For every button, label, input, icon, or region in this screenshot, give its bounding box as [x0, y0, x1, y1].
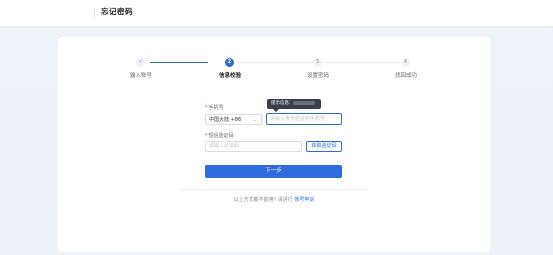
- appeal-link[interactable]: 账号申诉: [294, 197, 314, 203]
- get-code-button[interactable]: 获取验证码: [306, 141, 342, 152]
- phone-label-text: 手机号: [208, 105, 224, 111]
- step-3-number: 3: [313, 58, 322, 67]
- tooltip-redacted-value: [292, 100, 315, 105]
- chevron-down-icon: ⌄: [252, 117, 257, 123]
- step-4-label: 找回成功: [394, 73, 417, 79]
- step-connector-2: [237, 62, 315, 63]
- footer-message: 以上方式都不能用? 请进行: [233, 197, 293, 203]
- step-3-label: 设置密码: [306, 73, 329, 79]
- footer-divider: [180, 189, 368, 190]
- page-title: 忘记密码: [101, 7, 133, 16]
- step-1-check-icon: ✓: [136, 58, 145, 67]
- footer-text: 以上方式都不能用? 请进行 账号申诉: [58, 196, 490, 203]
- code-label-text: 短信验证码: [208, 133, 234, 139]
- main-card: ✓ 输入账号 2 信息校验 3 设置密码 4 找回成功 *手机号 中国大陆 +8…: [58, 37, 490, 252]
- code-label: *短信验证码: [205, 132, 234, 139]
- header-divider: [94, 8, 95, 17]
- tooltip-arrow: [273, 109, 279, 112]
- step-connector-3: [324, 62, 404, 63]
- phone-input[interactable]: 请输入身份验证的手机号: [266, 113, 342, 125]
- code-input[interactable]: 请输入验证码: [205, 141, 302, 152]
- step-4-number: 4: [401, 58, 410, 67]
- required-mark: *: [205, 105, 208, 111]
- step-2-number: 2: [225, 58, 234, 67]
- region-select-value: 中国大陆 +86: [209, 117, 242, 123]
- step-1-label: 输入账号: [129, 73, 152, 79]
- phone-tooltip: 提示信息:: [267, 99, 321, 112]
- top-header: 忘记密码: [0, 0, 553, 26]
- next-button[interactable]: 下一步: [205, 165, 342, 178]
- required-mark: *: [205, 133, 208, 139]
- step-connector-1: [150, 62, 208, 63]
- phone-label: *手机号: [205, 104, 224, 111]
- step-2-label: 信息校验: [218, 73, 241, 79]
- tooltip-text: 提示信息:: [271, 101, 291, 106]
- region-select[interactable]: 中国大陆 +86 ⌄: [205, 114, 262, 125]
